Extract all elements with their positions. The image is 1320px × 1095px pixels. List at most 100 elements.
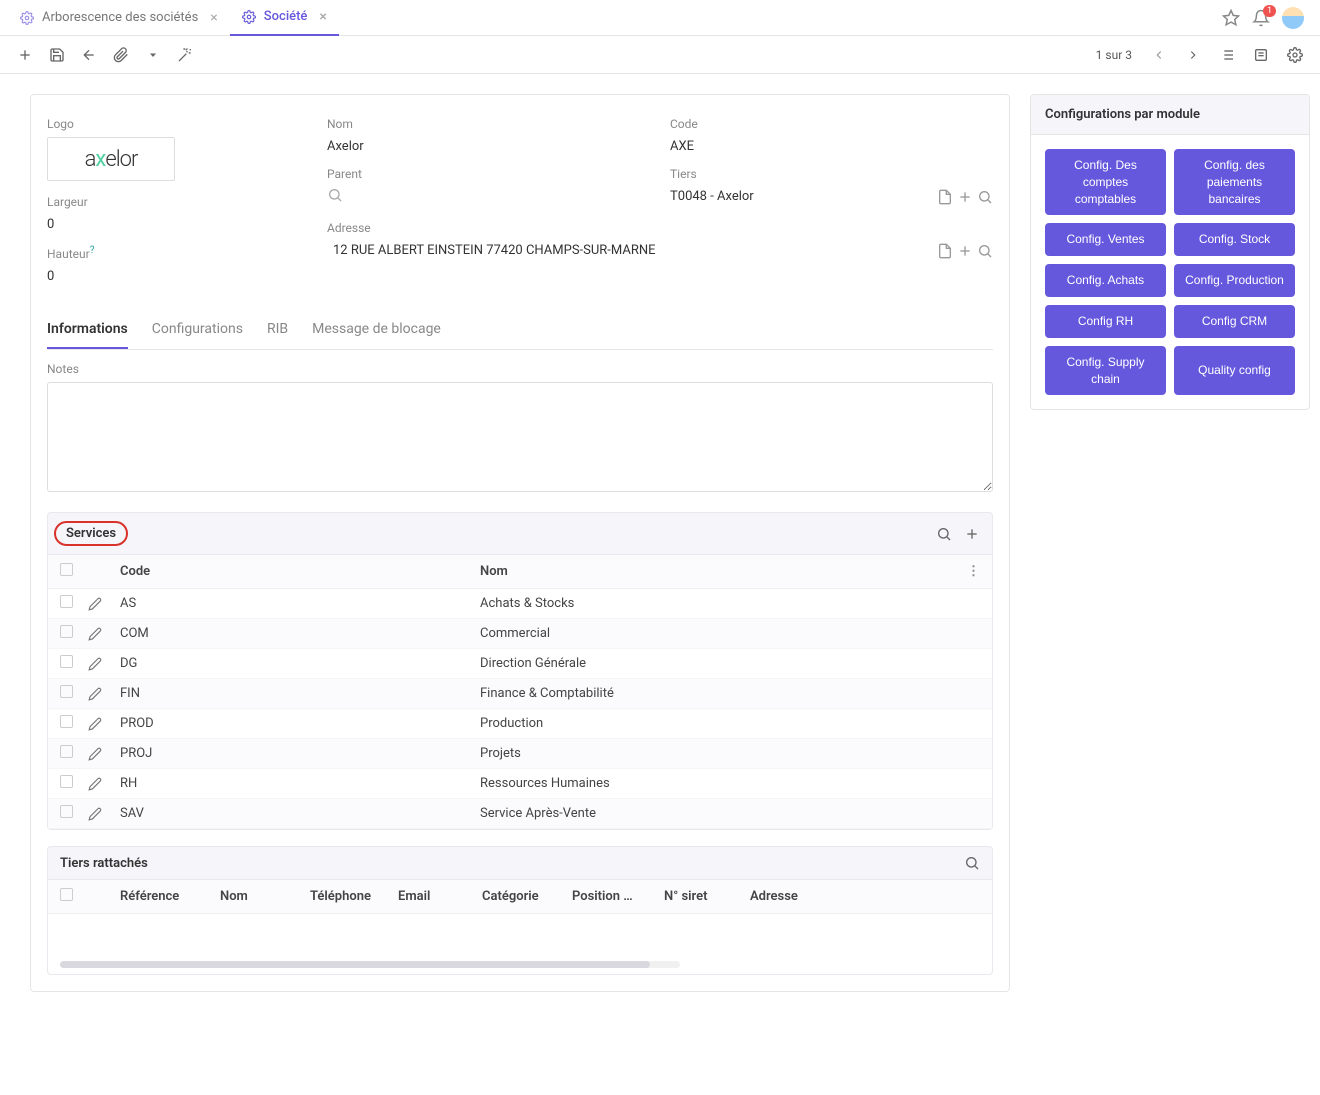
search-icon[interactable] [936, 526, 952, 542]
row-checkbox[interactable] [60, 625, 73, 638]
edit-icon[interactable] [88, 627, 120, 641]
table-row[interactable]: FINFinance & Comptabilité [48, 679, 992, 709]
row-checkbox[interactable] [60, 715, 73, 728]
wand-button[interactable] [170, 41, 200, 69]
cell-code: SAV [120, 806, 480, 821]
select-all-checkbox[interactable] [60, 563, 73, 576]
more-icon[interactable]: ⋮ [960, 564, 980, 579]
config-button-6[interactable]: Config RH [1045, 305, 1166, 338]
parent-field[interactable] [327, 183, 650, 209]
prev-button[interactable] [1144, 41, 1174, 69]
attach-button[interactable] [106, 41, 136, 69]
col-position[interactable]: Position … [572, 889, 664, 904]
parent-label: Parent [327, 167, 650, 181]
list-view-button[interactable] [1212, 41, 1242, 69]
back-button[interactable] [74, 41, 104, 69]
cell-nom: Service Après-Vente [480, 806, 960, 821]
config-button-0[interactable]: Config. Des comptes comptables [1045, 149, 1166, 215]
config-button-8[interactable]: Config. Supply chain [1045, 346, 1166, 396]
dropdown-button[interactable] [138, 41, 168, 69]
close-icon[interactable]: × [319, 9, 326, 25]
table-row[interactable]: ASAchats & Stocks [48, 589, 992, 619]
row-checkbox[interactable] [60, 775, 73, 788]
search-icon [327, 187, 343, 203]
edit-icon[interactable] [88, 777, 120, 791]
notes-textarea[interactable] [47, 382, 993, 492]
config-button-7[interactable]: Config CRM [1174, 305, 1295, 338]
form-area: Logo axelor Largeur 0 Hauteur? 0 Nom Axe… [30, 94, 1010, 992]
save-button[interactable] [42, 41, 72, 69]
cell-nom: Production [480, 716, 960, 731]
config-button-2[interactable]: Config. Ventes [1045, 223, 1166, 256]
avatar-icon[interactable] [1282, 7, 1304, 29]
settings-button[interactable] [1280, 41, 1310, 69]
edit-icon[interactable] [88, 717, 120, 731]
horizontal-scrollbar[interactable] [60, 961, 680, 968]
tiers-grid-head: Référence Nom Téléphone Email Catégorie … [48, 880, 992, 914]
select-all-checkbox[interactable] [60, 888, 73, 901]
col-siret[interactable]: N° siret [664, 889, 750, 904]
nom-field[interactable]: Axelor [327, 133, 650, 161]
star-icon[interactable] [1222, 9, 1240, 27]
tiers-field[interactable]: T0048 - Axelor [670, 183, 993, 211]
col-categorie[interactable]: Catégorie [482, 889, 572, 904]
tab-societe[interactable]: Société × [230, 0, 339, 36]
notes-area: Notes [47, 362, 993, 496]
close-icon[interactable]: × [210, 10, 217, 26]
row-checkbox[interactable] [60, 805, 73, 818]
notes-label: Notes [47, 362, 993, 376]
row-checkbox[interactable] [60, 745, 73, 758]
cell-code: RH [120, 776, 480, 791]
config-button-1[interactable]: Config. des paiements bancaires [1174, 149, 1295, 215]
code-field[interactable]: AXE [670, 133, 993, 161]
next-button[interactable] [1178, 41, 1208, 69]
row-checkbox[interactable] [60, 595, 73, 608]
col-adresse[interactable]: Adresse [750, 889, 980, 904]
hauteur-label: Hauteur? [47, 245, 307, 261]
edit-icon[interactable] [88, 597, 120, 611]
search-icon[interactable] [964, 855, 980, 871]
tab-configurations[interactable]: Configurations [152, 311, 243, 349]
col-reference[interactable]: Référence [120, 889, 220, 904]
tabs-right: 1 [1222, 7, 1312, 29]
col-nom[interactable]: Nom [220, 889, 310, 904]
adresse-label: Adresse [327, 221, 650, 235]
col-telephone[interactable]: Téléphone [310, 889, 398, 904]
table-row[interactable]: COMCommercial [48, 619, 992, 649]
col-email[interactable]: Email [398, 889, 482, 904]
edit-icon[interactable] [88, 807, 120, 821]
tab-informations[interactable]: Informations [47, 311, 128, 349]
config-button-4[interactable]: Config. Achats [1045, 264, 1166, 297]
col-nom[interactable]: Nom [480, 564, 960, 579]
edit-icon[interactable] [88, 657, 120, 671]
logo-image[interactable]: axelor [47, 137, 175, 181]
row-checkbox[interactable] [60, 685, 73, 698]
table-row[interactable]: RHRessources Humaines [48, 769, 992, 799]
search-icon[interactable] [977, 189, 993, 205]
config-button-9[interactable]: Quality config [1174, 346, 1295, 396]
config-button-5[interactable]: Config. Production [1174, 264, 1295, 297]
help-icon[interactable]: ? [90, 245, 95, 256]
row-checkbox[interactable] [60, 655, 73, 668]
logo-label: Logo [47, 117, 307, 131]
table-row[interactable]: PRODProduction [48, 709, 992, 739]
new-button[interactable] [10, 41, 40, 69]
config-button-3[interactable]: Config. Stock [1174, 223, 1295, 256]
table-row[interactable]: PROJProjets [48, 739, 992, 769]
tab-arborescence[interactable]: Arborescence des sociétés × [8, 0, 230, 36]
largeur-field[interactable]: 0 [47, 211, 307, 239]
col-code[interactable]: Code [120, 564, 480, 579]
plus-icon[interactable] [964, 526, 980, 542]
tab-rib[interactable]: RIB [267, 311, 288, 349]
tab-message-blocage[interactable]: Message de blocage [312, 311, 441, 349]
services-section: Services Code Nom ⋮ ASAchats & StocksCOM… [47, 512, 993, 830]
table-row[interactable]: SAVService Après-Vente [48, 799, 992, 829]
edit-icon[interactable] [88, 747, 120, 761]
plus-icon[interactable] [957, 189, 973, 205]
document-icon[interactable] [937, 189, 953, 205]
form-view-button[interactable] [1246, 41, 1276, 69]
edit-icon[interactable] [88, 687, 120, 701]
hauteur-field[interactable]: 0 [47, 263, 307, 291]
table-row[interactable]: DGDirection Générale [48, 649, 992, 679]
notifications-button[interactable]: 1 [1252, 9, 1270, 27]
